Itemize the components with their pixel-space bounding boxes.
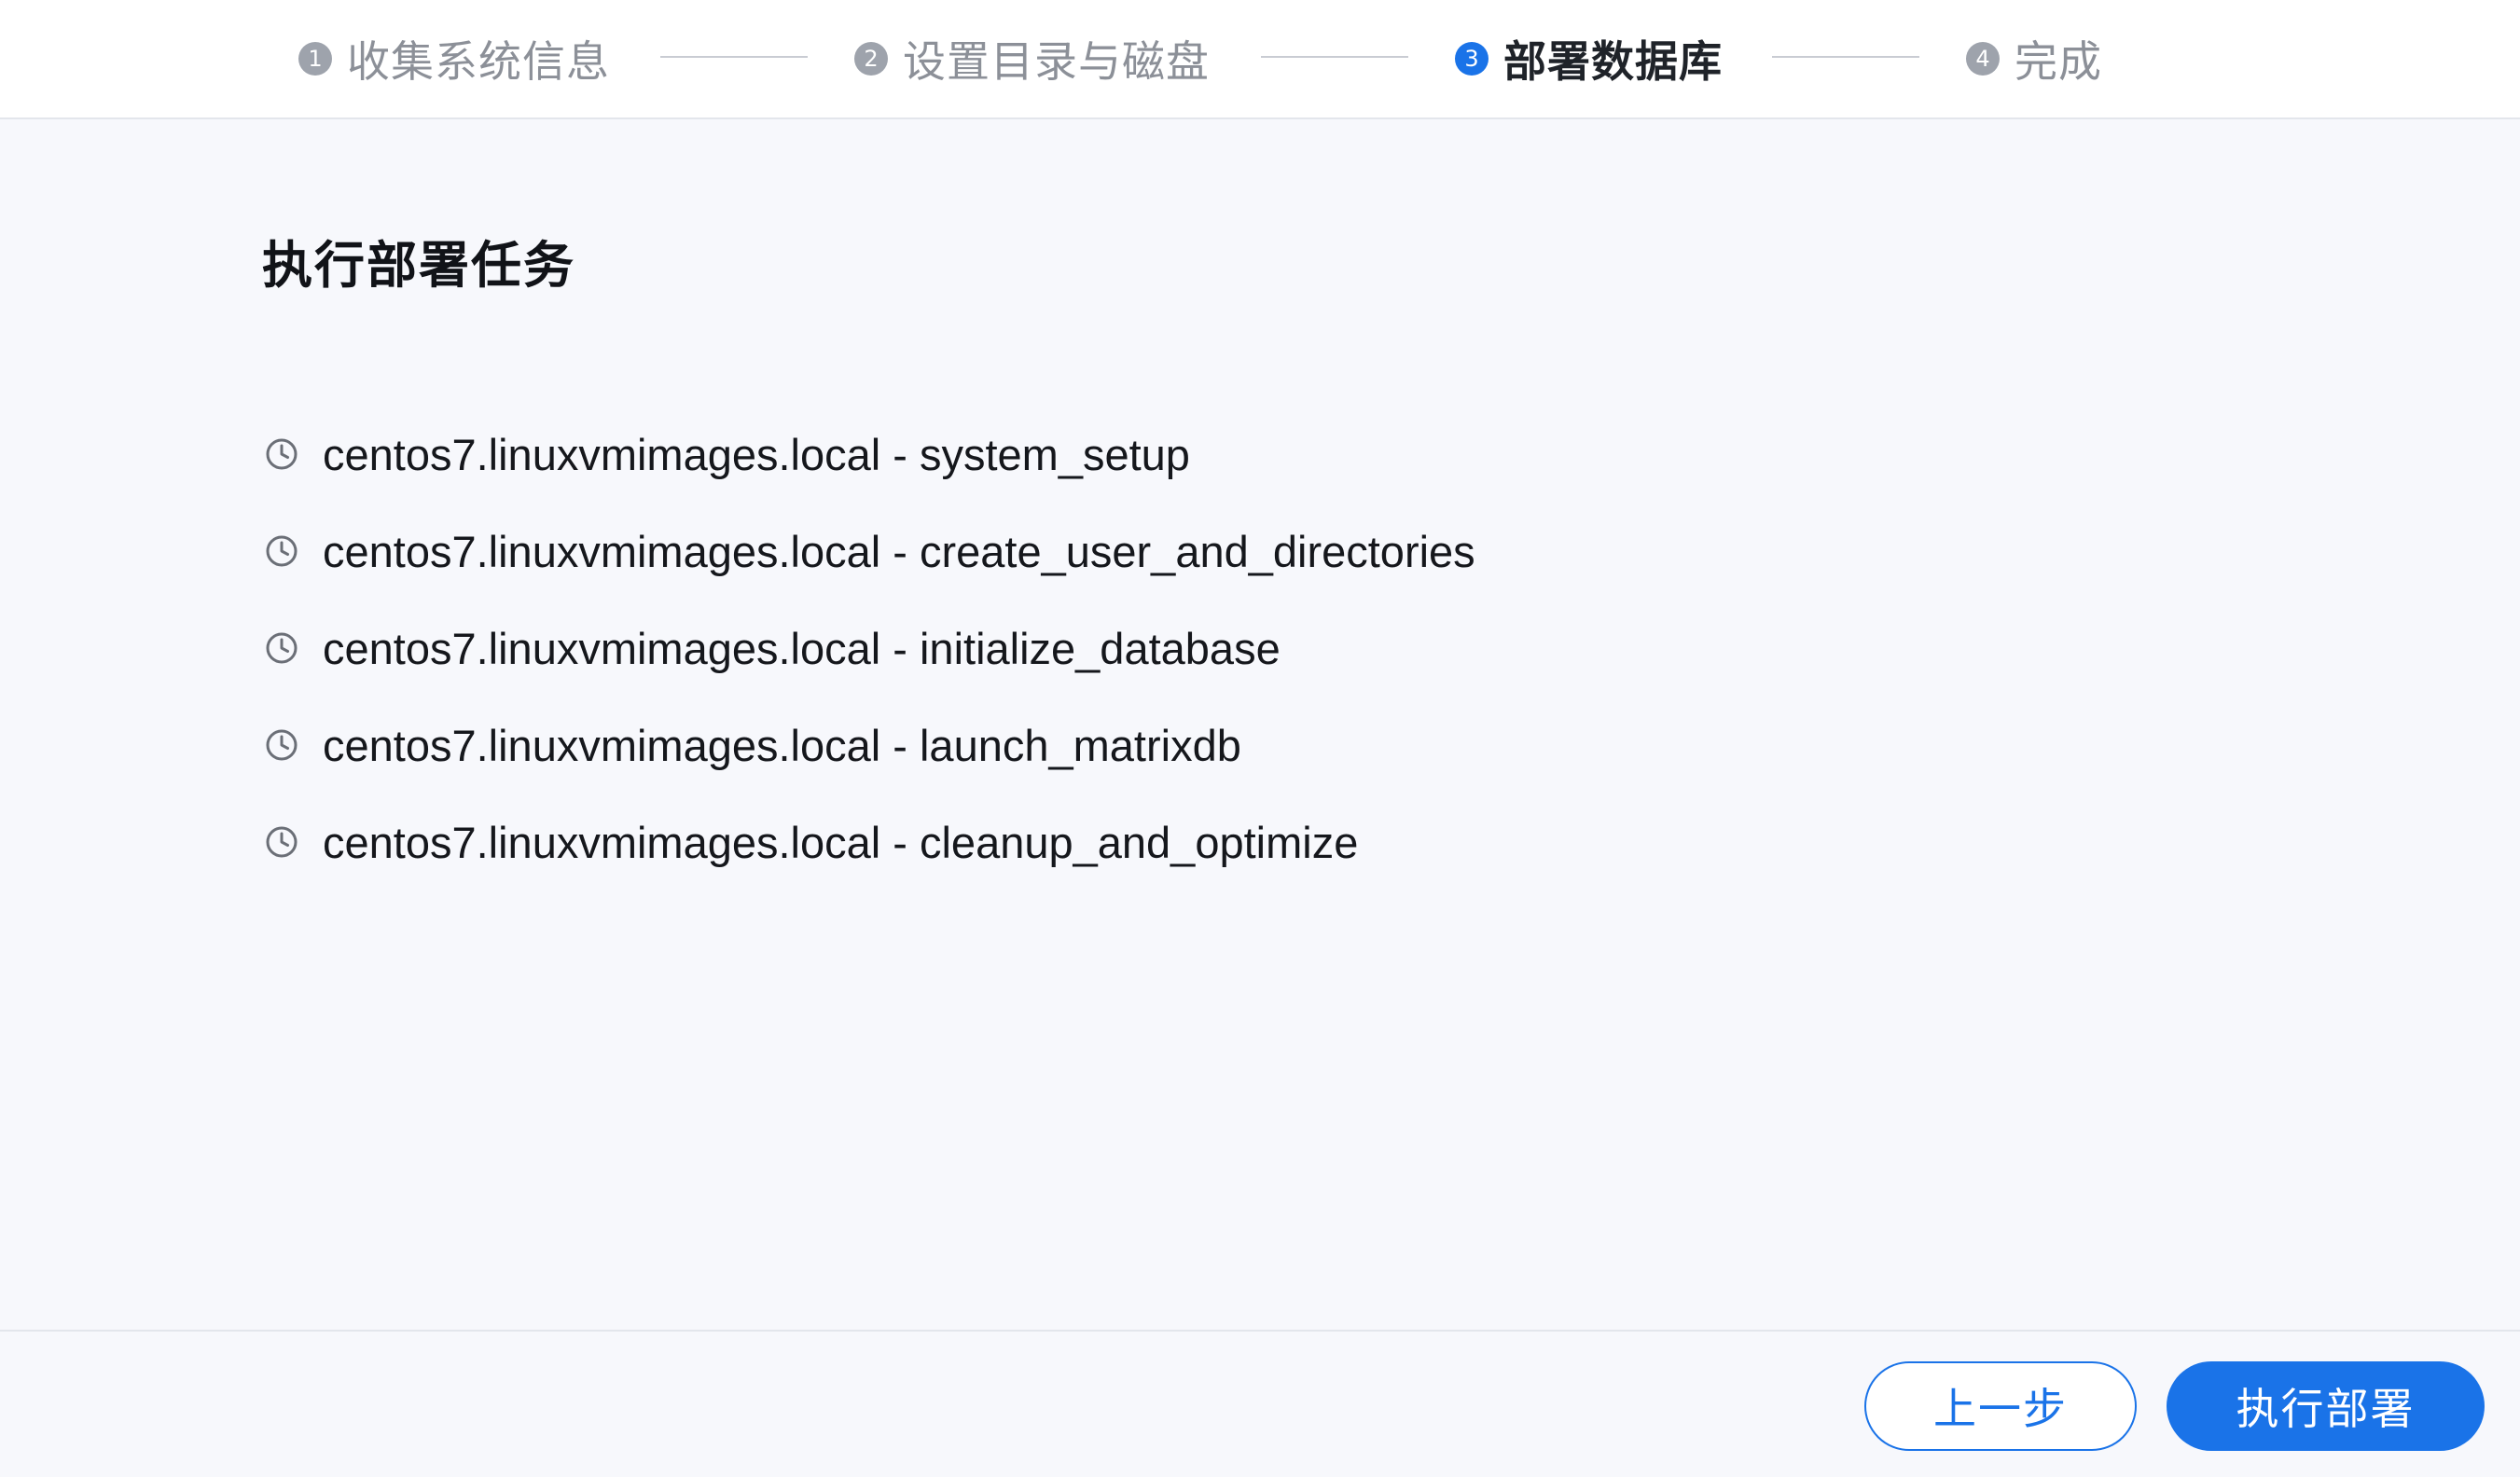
step-connector [1772, 56, 1919, 58]
task-item: centos7.linuxvmimages.local - cleanup_an… [265, 794, 1475, 890]
clock-icon [266, 632, 298, 664]
step-label: 收集系统信息 [347, 36, 610, 87]
step-connector [1261, 56, 1408, 58]
task-list: centos7.linuxvmimages.local - system_set… [265, 406, 1475, 890]
step-label: 部署数据库 [1503, 36, 1723, 87]
clock-icon [266, 826, 298, 858]
task-label: centos7.linuxvmimages.local - create_use… [323, 526, 1475, 576]
step-number-badge: 4 [1966, 42, 2000, 76]
step-label: 完成 [2015, 36, 2102, 87]
task-label: centos7.linuxvmimages.local - system_set… [323, 429, 1190, 479]
task-item: centos7.linuxvmimages.local - launch_mat… [265, 697, 1475, 794]
step-label: 设置目录与磁盘 [903, 36, 1210, 87]
task-label: centos7.linuxvmimages.local - initialize… [323, 623, 1281, 673]
step-number-badge: 2 [854, 42, 888, 76]
task-label: centos7.linuxvmimages.local - cleanup_an… [323, 817, 1359, 867]
step-finish: 4 完成 [1966, 0, 2102, 117]
step-connector [660, 56, 808, 58]
task-item: centos7.linuxvmimages.local - system_set… [265, 406, 1475, 503]
clock-icon [266, 438, 298, 470]
step-number-badge: 1 [298, 42, 332, 76]
task-item: centos7.linuxvmimages.local - create_use… [265, 503, 1475, 600]
step-number-badge: 3 [1455, 42, 1488, 76]
footer-bar: 上一步 执行部署 [0, 1330, 2520, 1477]
step-collect-system-info: 1 收集系统信息 [298, 0, 610, 117]
previous-step-button[interactable]: 上一步 [1864, 1361, 2137, 1451]
execute-deploy-button[interactable]: 执行部署 [2167, 1361, 2485, 1451]
step-progress-bar: 1 收集系统信息 2 设置目录与磁盘 3 部署数据库 4 完成 [0, 0, 2520, 119]
step-deploy-database: 3 部署数据库 [1455, 0, 1723, 117]
page-title: 执行部署任务 [262, 236, 575, 295]
clock-icon [266, 535, 298, 567]
step-set-directories-disks: 2 设置目录与磁盘 [854, 0, 1210, 117]
task-label: centos7.linuxvmimages.local - launch_mat… [323, 720, 1241, 770]
clock-icon [266, 729, 298, 761]
task-item: centos7.linuxvmimages.local - initialize… [265, 600, 1475, 697]
